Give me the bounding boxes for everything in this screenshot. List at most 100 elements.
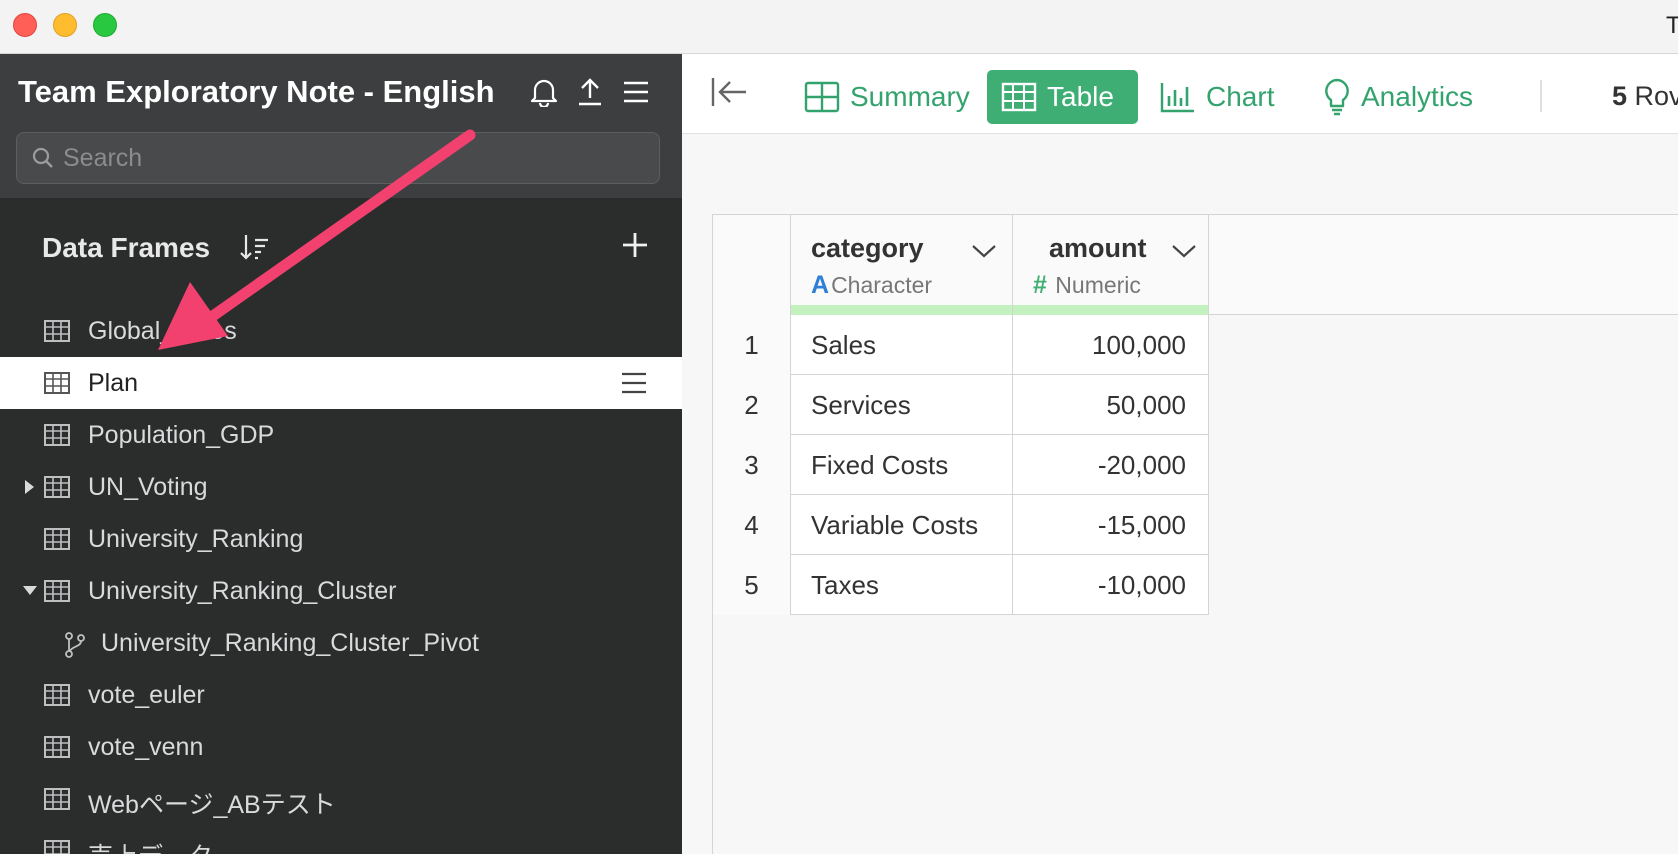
add-data-frame-button[interactable]: [620, 230, 650, 265]
cell-amount[interactable]: 50,000: [1013, 375, 1209, 435]
sidebar-header: Team Exploratory Note - English: [0, 54, 682, 198]
table-icon: [44, 424, 70, 446]
item-menu-icon[interactable]: [620, 371, 648, 395]
cell-category[interactable]: Fixed Costs: [791, 435, 1013, 495]
sidebar-item-university-ranking-cluster[interactable]: University_Ranking_Cluster: [0, 565, 682, 617]
table-icon: [1001, 82, 1037, 112]
hamburger-menu-icon: [624, 81, 648, 103]
sidebar-item-label: 売上データ: [88, 837, 213, 854]
sidebar-item-vote-euler[interactable]: vote_euler: [0, 669, 682, 721]
collapse-left-icon: [711, 78, 746, 106]
notification-bell-button[interactable]: [528, 76, 560, 108]
plus-icon: [623, 233, 647, 257]
sidebar-menu-button[interactable]: [620, 76, 652, 108]
window-titlebar: T: [0, 0, 1678, 54]
zoom-window-button[interactable]: [93, 13, 117, 37]
close-window-button[interactable]: [13, 13, 37, 37]
sidebar-item-label: Webページ_ABテスト: [88, 791, 336, 819]
table-icon: [44, 528, 70, 550]
sidebar-item-label: University_Ranking: [88, 525, 304, 553]
chevron-down-icon[interactable]: [971, 243, 997, 259]
row-count-suffix: Rov: [1634, 81, 1678, 111]
cell-category[interactable]: Taxes: [791, 555, 1013, 615]
chevron-down-icon[interactable]: [1171, 243, 1197, 259]
main-panel: Summary Table Chart Analytics 5 Rov cate…: [682, 54, 1678, 854]
column-type: ACharacter: [811, 271, 933, 299]
cell-amount[interactable]: -20,000: [1013, 435, 1209, 495]
row-number-header: [713, 215, 791, 315]
sidebar-item-label: UN_Voting: [88, 473, 208, 501]
table-row[interactable]: 2 Services 50,000: [713, 375, 1209, 435]
table-icon: [44, 320, 70, 342]
sidebar-item-sales-data[interactable]: 売上データ: [0, 825, 682, 854]
column-name: category: [811, 233, 924, 263]
sidebar-item-vote-venn[interactable]: vote_venn: [0, 721, 682, 773]
table-row[interactable]: 5 Taxes -10,000: [713, 555, 1209, 615]
cell-category[interactable]: Services: [791, 375, 1013, 435]
data-quality-bar: [791, 305, 1012, 315]
table-icon: [44, 840, 70, 854]
row-number: 1: [713, 315, 791, 375]
collapse-sidebar-button[interactable]: [710, 76, 748, 113]
window-title: T: [1666, 12, 1678, 39]
sidebar-item-un-voting[interactable]: UN_Voting: [0, 461, 682, 513]
table-header-row: category ACharacter amount # Numeric: [713, 215, 1678, 315]
table-icon: [44, 580, 70, 602]
data-frames-heading: Data Frames: [42, 232, 211, 263]
row-number: 5: [713, 555, 791, 615]
sidebar-item-label: vote_venn: [88, 733, 204, 761]
sidebar-item-university-ranking[interactable]: University_Ranking: [0, 513, 682, 565]
data-table: category ACharacter amount # Numeric 1 S…: [712, 214, 1678, 854]
numeric-type-icon: #: [1033, 271, 1047, 299]
sort-icon: [240, 235, 268, 260]
table-icon: [44, 476, 70, 498]
tab-summary[interactable]: Summary: [790, 70, 984, 124]
column-header-amount[interactable]: amount # Numeric: [1013, 215, 1209, 315]
column-name: amount: [1049, 233, 1147, 263]
sidebar-item-label: Plan: [88, 369, 139, 397]
search-box[interactable]: [16, 132, 660, 184]
branch-icon: [65, 632, 85, 658]
sidebar-item-population-gdp[interactable]: Population_GDP: [0, 409, 682, 461]
caret-down-icon[interactable]: [22, 583, 38, 597]
upload-button[interactable]: [574, 76, 606, 108]
caret-right-icon[interactable]: [22, 479, 36, 495]
tab-analytics[interactable]: Analytics: [1309, 70, 1487, 124]
tab-label: Chart: [1206, 81, 1275, 112]
bar-chart-icon: [1160, 83, 1194, 113]
tab-chart[interactable]: Chart: [1146, 70, 1288, 124]
column-header-category[interactable]: category ACharacter: [791, 215, 1013, 315]
cell-amount[interactable]: -10,000: [1013, 555, 1209, 615]
row-number: 4: [713, 495, 791, 555]
sidebar-item-label: University_Ranking_Cluster_Pivot: [101, 629, 479, 657]
sidebar-item-global-sales[interactable]: Global_Sales: [0, 305, 682, 357]
tab-table[interactable]: Table: [987, 70, 1138, 124]
sidebar-item-university-ranking-cluster-pivot[interactable]: University_Ranking_Cluster_Pivot: [0, 617, 682, 669]
project-title: Team Exploratory Note - English: [18, 74, 495, 109]
cell-amount[interactable]: 100,000: [1013, 315, 1209, 375]
data-quality-bar: [1013, 305, 1208, 315]
row-count: 5: [1612, 81, 1628, 111]
view-toolbar: Summary Table Chart Analytics 5 Rov: [682, 54, 1678, 134]
search-input[interactable]: [63, 141, 643, 175]
sort-button[interactable]: [240, 232, 270, 267]
sidebar-item-webpage-ab-test[interactable]: Webページ_ABテスト: [0, 773, 682, 825]
row-number: 2: [713, 375, 791, 435]
character-type-icon: A: [811, 271, 830, 299]
cell-category[interactable]: Sales: [791, 315, 1013, 375]
table-row[interactable]: 1 Sales 100,000: [713, 315, 1209, 375]
row-number: 3: [713, 435, 791, 495]
column-type: # Numeric: [1033, 271, 1141, 299]
table-icon: [44, 372, 70, 394]
cell-category[interactable]: Variable Costs: [791, 495, 1013, 555]
cell-amount[interactable]: -15,000: [1013, 495, 1209, 555]
table-row[interactable]: 3 Fixed Costs -20,000: [713, 435, 1209, 495]
minimize-window-button[interactable]: [53, 13, 77, 37]
tab-label: Analytics: [1361, 81, 1474, 112]
table-row[interactable]: 4 Variable Costs -15,000: [713, 495, 1209, 555]
table-icon: [44, 788, 70, 810]
table-icon: [44, 684, 70, 706]
summary-grid-icon: [804, 81, 840, 113]
sidebar-item-plan[interactable]: Plan: [0, 357, 682, 409]
sidebar-item-label: University_Ranking_Cluster: [88, 577, 397, 605]
